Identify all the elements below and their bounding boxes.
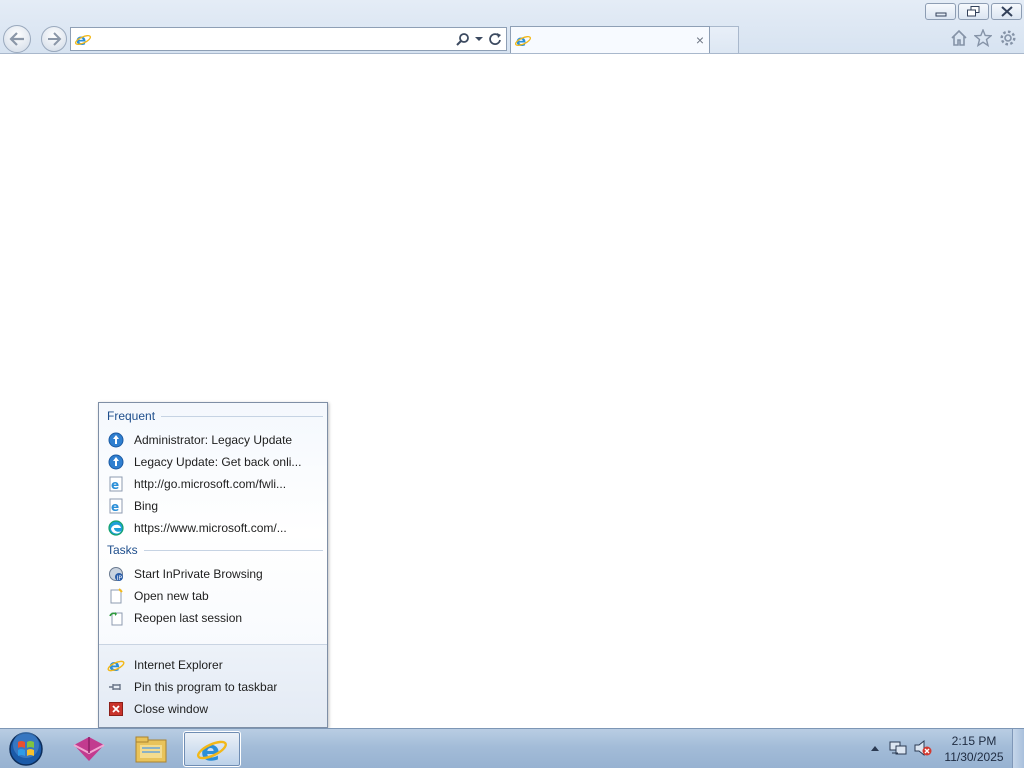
ie-page-icon: e (514, 31, 532, 49)
close-button[interactable] (991, 3, 1022, 20)
new-tab-button[interactable] (710, 26, 739, 53)
search-icon[interactable] (455, 29, 471, 49)
legacy-update-globe-icon (107, 431, 125, 449)
forward-arrow-icon (48, 32, 62, 46)
browser-tab[interactable]: e × (510, 26, 710, 53)
jumplist-item-label: Start InPrivate Browsing (134, 567, 263, 581)
jumplist-item-label: http://go.microsoft.com/fwli... (134, 477, 287, 491)
jumplist-item-label: Close window (134, 702, 209, 716)
tasks-header-label: Tasks (107, 543, 138, 557)
jumplist-close-window[interactable]: Close window (103, 698, 325, 720)
frequent-header-label: Frequent (107, 409, 156, 423)
jumplist-item-label: Reopen last session (134, 611, 243, 625)
jumplist-task-inprivate[interactable]: IP Start InPrivate Browsing (103, 563, 325, 585)
jumplist-item-frequent[interactable]: e http://go.microsoft.com/fwli... (103, 473, 325, 495)
svg-text:IP: IP (117, 575, 123, 582)
ie-title-bar: e e × (0, 0, 1024, 54)
clock-date: 11/30/2025 (944, 750, 1004, 764)
network-icon[interactable] (889, 739, 907, 757)
system-clock[interactable]: 2:15 PM 11/30/2025 (936, 733, 1012, 765)
file-explorer-icon (135, 736, 167, 763)
dropdown-arrow-icon[interactable] (471, 29, 487, 49)
jumplist-item-frequent[interactable]: Administrator: Legacy Update (103, 429, 325, 451)
jumplist-task-reopen[interactable]: Reopen last session (103, 607, 325, 629)
taskbar-legacy-update[interactable] (60, 731, 118, 767)
start-button[interactable] (4, 730, 48, 768)
address-bar[interactable]: e (70, 27, 507, 51)
forward-button[interactable] (41, 26, 67, 52)
jumplist-task-new-tab[interactable]: Open new tab (103, 585, 325, 607)
header-divider (161, 415, 323, 417)
ie-page-icon: e (107, 475, 125, 493)
jumplist-item-frequent[interactable]: e Bing (103, 495, 325, 517)
refresh-icon[interactable] (487, 29, 503, 49)
legacy-update-app-icon (73, 737, 105, 761)
internet-explorer-icon: e (197, 734, 227, 765)
jumplist-open-ie[interactable]: e Internet Explorer (103, 654, 325, 676)
svg-text:e: e (111, 478, 119, 492)
show-hidden-icons-arrow[interactable] (866, 739, 884, 757)
minimize-icon (935, 12, 946, 16)
internet-explorer-icon: e (107, 656, 125, 674)
reopen-session-icon (107, 609, 125, 627)
show-desktop-button[interactable] (1012, 729, 1024, 768)
jumplist-item-label: Administrator: Legacy Update (134, 433, 293, 447)
ie-page-icon: e (107, 497, 125, 515)
clock-time: 2:15 PM (951, 734, 997, 748)
close-icon (1000, 6, 1013, 17)
legacy-update-globe-icon (107, 453, 125, 471)
start-orb-icon (9, 732, 43, 766)
jumplist-item-frequent[interactable]: https://www.microsoft.com/... (103, 517, 325, 539)
tools-gear-icon[interactable] (998, 28, 1018, 48)
new-tab-icon (107, 587, 125, 605)
jumplist-footer: e Internet Explorer Pin this program to … (99, 645, 327, 727)
taskbar-internet-explorer[interactable]: e (183, 731, 241, 767)
restore-icon (967, 6, 980, 17)
back-arrow-icon (9, 32, 24, 46)
favorites-star-icon[interactable] (973, 28, 993, 48)
taskbar: e 2:15 PM 11/30/2025 (0, 728, 1024, 768)
frequent-header: Frequent (107, 407, 323, 425)
jumplist-item-label: Internet Explorer (134, 658, 223, 672)
restore-button[interactable] (958, 3, 989, 20)
ie-page-icon: e (74, 30, 92, 48)
jumplist-item-frequent[interactable]: Legacy Update: Get back onli... (103, 451, 325, 473)
home-icon[interactable] (949, 28, 969, 48)
back-button[interactable] (3, 25, 31, 53)
jumplist-pin-to-taskbar[interactable]: Pin this program to taskbar (103, 676, 325, 698)
taskbar-file-explorer[interactable] (122, 731, 180, 767)
inprivate-icon: IP (107, 565, 125, 583)
jumplist-item-label: https://www.microsoft.com/... (134, 521, 287, 535)
jumplist-item-label: Open new tab (134, 589, 209, 603)
address-input[interactable] (92, 29, 455, 49)
tab-close-icon[interactable]: × (691, 31, 709, 49)
jumplist-item-label: Legacy Update: Get back onli... (134, 455, 302, 469)
minimize-button[interactable] (925, 3, 956, 20)
pin-icon (107, 678, 125, 696)
edge-icon (107, 519, 125, 537)
svg-text:e: e (111, 500, 119, 514)
jumplist-item-label: Bing (134, 499, 159, 513)
tasks-header: Tasks (107, 541, 323, 559)
close-window-icon (107, 700, 125, 718)
volume-muted-icon[interactable] (914, 739, 932, 757)
jumplist-item-label: Pin this program to taskbar (134, 680, 278, 694)
ie-jump-list: Frequent Administrator: Legacy Update Le… (98, 402, 328, 728)
header-divider (143, 549, 323, 551)
